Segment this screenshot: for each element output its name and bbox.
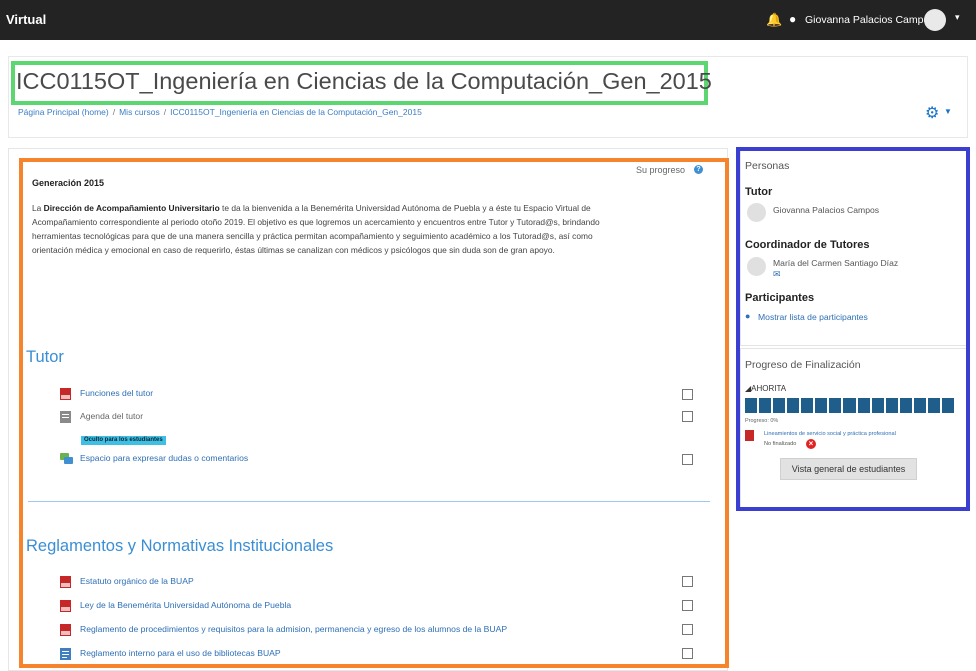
tutor-heading: Tutor <box>745 186 773 198</box>
completion-checkbox[interactable] <box>682 454 693 465</box>
progress-segment <box>913 398 926 413</box>
completion-checkbox[interactable] <box>682 389 693 400</box>
activity-label[interactable]: Reglamento de procedimientos y requisito… <box>80 624 507 634</box>
user-avatar[interactable] <box>924 9 946 31</box>
generation-heading: Generación 2015 <box>32 178 105 188</box>
progress-segment <box>941 398 954 413</box>
completion-checkbox[interactable] <box>682 411 693 422</box>
activity-label[interactable]: Funciones del tutor <box>80 388 153 398</box>
section-title-tutor[interactable]: Tutor <box>26 348 64 367</box>
progress-segment <box>885 398 898 413</box>
activity-label[interactable]: Espacio para expresar dudas o comentario… <box>80 453 248 463</box>
completion-title: Progreso de Finalización <box>745 359 861 371</box>
help-icon[interactable]: ? <box>694 165 703 174</box>
breadcrumb-home[interactable]: Página Principal (home) <box>18 107 109 117</box>
chevron-down-icon[interactable]: ▼ <box>944 107 952 116</box>
user-menu-caret-icon[interactable]: ▾ <box>955 12 960 23</box>
file-icon <box>60 411 71 423</box>
breadcrumb-course[interactable]: ICC0115OT_Ingeniería en Ciencias de la C… <box>170 107 422 117</box>
notification-bell-icon[interactable]: 🔔 <box>766 12 782 28</box>
participants-link[interactable]: Mostrar lista de participantes <box>758 312 868 322</box>
site-brand[interactable]: Virtual <box>6 12 46 27</box>
completion-checkbox[interactable] <box>682 624 693 635</box>
completion-item[interactable]: Lineamientos de servicio social y prácti… <box>764 431 896 437</box>
activity-label[interactable]: Reglamento interno para el uso de biblio… <box>80 648 281 658</box>
mail-icon[interactable]: ✉ <box>773 269 781 280</box>
avatar[interactable] <box>747 257 766 276</box>
participants-heading: Participantes <box>745 292 815 304</box>
gear-icon[interactable]: ⚙ <box>925 103 939 123</box>
coordinator-heading: Coordinador de Tutores <box>745 239 870 251</box>
top-navbar: Virtual 🔔 ● Giovanna Palacios Campos ▾ <box>0 0 976 40</box>
section-title-reglamentos[interactable]: Reglamentos y Normativas Institucionales <box>26 537 333 556</box>
breadcrumb-my-courses[interactable]: Mis cursos <box>119 107 160 117</box>
activity-label[interactable]: Ley de la Benemérita Universidad Autónom… <box>80 600 291 610</box>
intro-bold: Dirección de Acompañamiento Universitari… <box>43 203 220 213</box>
personas-title: Personas <box>745 160 790 172</box>
progress-segment <box>899 398 912 413</box>
progress-segment <box>857 398 870 413</box>
progress-segment <box>871 398 884 413</box>
group-label[interactable]: ◢AHORITA <box>745 384 786 393</box>
pdf-icon <box>60 600 71 612</box>
pdf-icon <box>60 624 71 636</box>
progress-segment <box>829 398 842 413</box>
progress-label: Su progreso <box>636 165 686 175</box>
welcome-text: La Dirección de Acompañamiento Universit… <box>32 203 600 255</box>
completion-checkbox[interactable] <box>682 600 693 611</box>
activity-label[interactable]: Estatuto orgánico de la BUAP <box>80 576 194 586</box>
completion-checkbox[interactable] <box>682 648 693 659</box>
user-name[interactable]: Giovanna Palacios Campos <box>805 14 935 26</box>
progress-segment <box>815 398 828 413</box>
students-overview-button[interactable]: Vista general de estudiantes <box>780 458 917 480</box>
activity-label[interactable]: Agenda del tutor <box>80 411 143 421</box>
pdf-icon <box>60 388 71 400</box>
doc-icon <box>60 648 71 660</box>
progress-segment <box>745 398 758 413</box>
completion-status: No finalizado <box>764 441 797 447</box>
progress-segment <box>843 398 856 413</box>
progress-segment <box>773 398 786 413</box>
breadcrumb: Página Principal (home) / Mis cursos / ICC01… <box>18 107 422 117</box>
hidden-badge: Oculto para los estudiantes <box>81 436 166 445</box>
completion-checkbox[interactable] <box>682 576 693 587</box>
progress-percent: Progreso: 0% <box>745 418 779 424</box>
pdf-icon <box>60 576 71 588</box>
progress-bar <box>745 398 954 413</box>
avatar[interactable] <box>747 203 766 222</box>
progress-segment <box>801 398 814 413</box>
messages-icon[interactable]: ● <box>789 12 796 26</box>
course-title: ICC0115OT_Ingeniería en Ciencias de la C… <box>16 68 712 94</box>
progress-segment <box>759 398 772 413</box>
sidebar-highlight-box <box>736 147 970 511</box>
tutor-name[interactable]: Giovanna Palacios Campos <box>773 205 879 215</box>
progress-segment <box>927 398 940 413</box>
users-icon: ● <box>745 311 751 321</box>
close-icon: × <box>806 439 816 449</box>
forum-icon <box>60 453 73 464</box>
section-divider <box>28 501 710 502</box>
progress-segment <box>787 398 800 413</box>
pdf-icon <box>745 430 754 441</box>
coordinator-name[interactable]: María del Carmen Santiago Díaz <box>773 258 898 268</box>
